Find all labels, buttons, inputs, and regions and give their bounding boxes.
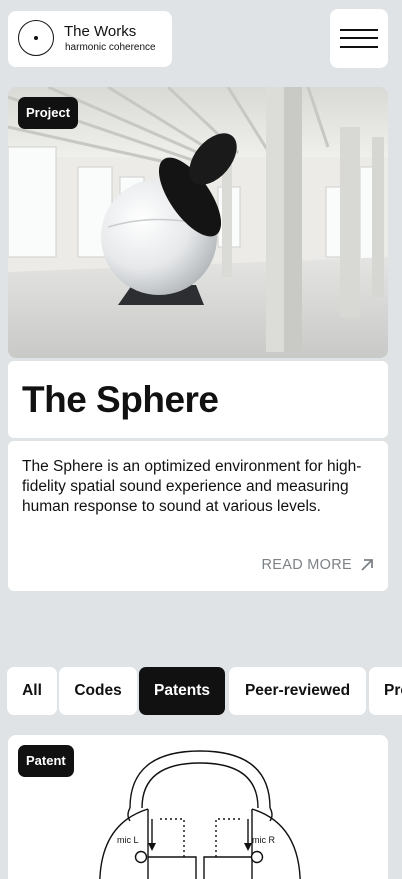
- filter-all[interactable]: All: [7, 667, 57, 715]
- logo-subtitle: harmonic coherence: [65, 42, 156, 53]
- filter-peer-reviewed-label: Peer-reviewed: [244, 682, 351, 699]
- project-badge: Project: [18, 97, 79, 129]
- project-title: The Sphere: [22, 379, 219, 420]
- filter-patents[interactable]: Patents: [139, 667, 225, 715]
- arrow-up-right-icon: [361, 559, 373, 571]
- mic-right-label: mic R: [252, 835, 275, 845]
- filter-codes[interactable]: Codes: [59, 667, 137, 715]
- hero-image[interactable]: Project: [8, 87, 388, 358]
- logo[interactable]: The Works harmonic coherence: [8, 11, 172, 67]
- patent-badge: Patent: [18, 745, 74, 777]
- menu-button[interactable]: [330, 9, 388, 68]
- project-title-card: The Sphere: [8, 361, 388, 438]
- filter-patents-label: Patents: [154, 682, 210, 699]
- logo-circle-icon: [18, 20, 54, 56]
- read-more-label: READ MORE: [261, 557, 352, 573]
- project-description: The Sphere is an optimized environment f…: [22, 458, 362, 515]
- project-description-card: The Sphere is an optimized environment f…: [8, 441, 388, 591]
- filter-pro-label: Pro: [384, 682, 402, 699]
- filter-all-label: All: [22, 682, 42, 699]
- read-more-link[interactable]: READ MORE: [261, 557, 374, 573]
- filter-peer-reviewed[interactable]: Peer-reviewed: [229, 667, 366, 715]
- filter-pro[interactable]: Pro: [369, 667, 402, 715]
- mic-left-label: mic L: [117, 835, 139, 845]
- patent-card[interactable]: mic L mic R Patent: [8, 735, 388, 879]
- logo-title: The Works: [64, 23, 137, 40]
- filter-codes-label: Codes: [74, 682, 122, 699]
